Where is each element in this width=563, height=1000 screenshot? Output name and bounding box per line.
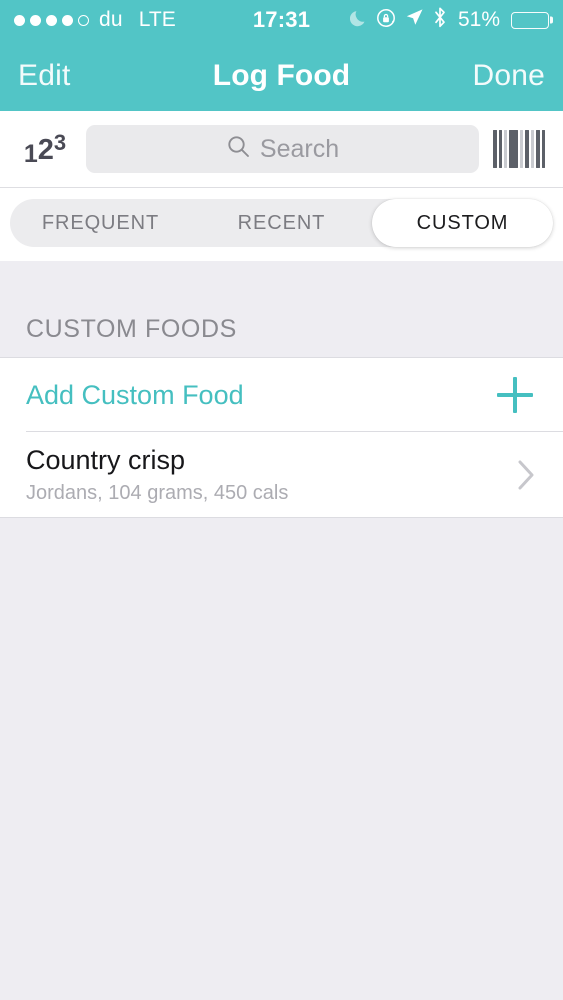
- barcode-bar: [509, 130, 518, 168]
- barcode-scanner-icon[interactable]: [491, 127, 547, 171]
- navigation-bar: Edit Log Food Done: [0, 40, 563, 111]
- battery-icon: [511, 11, 549, 29]
- barcode-bar: [504, 130, 507, 168]
- row-separator: [0, 517, 563, 518]
- food-item-text: Country crisp Jordans, 104 grams, 450 ca…: [26, 445, 507, 505]
- barcode-bar: [542, 130, 545, 168]
- custom-foods-list: Add Custom Food Country crisp Jordans, 1…: [0, 358, 563, 518]
- segmented-control: FREQUENT RECENT CUSTOM: [10, 199, 553, 247]
- search-bar-row: 1 2 3 Search: [0, 111, 563, 188]
- chevron-right-icon[interactable]: [507, 458, 537, 492]
- barcode-bar: [493, 130, 497, 168]
- barcode-bar: [525, 130, 529, 168]
- barcode-bar: [499, 130, 502, 168]
- done-button[interactable]: Done: [472, 59, 545, 93]
- empty-content-area: [0, 518, 563, 993]
- app-root: du LTE 17:31 51% Edit Log Food Done 1 2 …: [0, 0, 563, 1000]
- add-custom-food-row[interactable]: Add Custom Food: [0, 358, 563, 432]
- tab-frequent[interactable]: FREQUENT: [10, 199, 191, 247]
- search-input[interactable]: Search: [86, 125, 479, 173]
- barcode-bar: [520, 130, 523, 168]
- rotation-lock-icon: [376, 8, 396, 33]
- barcode-bar: [531, 130, 534, 168]
- quick-calorie-entry-icon[interactable]: 1 2 3: [16, 129, 74, 168]
- barcode-bar: [536, 130, 540, 168]
- food-item-title: Country crisp: [26, 445, 186, 476]
- numpad-digit-1: 1: [23, 139, 38, 168]
- add-custom-food-label: Add Custom Food: [26, 379, 244, 410]
- search-placeholder-text: Search: [259, 134, 340, 163]
- table-row[interactable]: Country crisp Jordans, 104 grams, 450 ca…: [0, 432, 563, 518]
- numpad-digit-2: 2: [37, 133, 54, 166]
- moon-icon: [349, 8, 367, 33]
- add-custom-food-text: Add Custom Food: [26, 380, 493, 411]
- status-bar-right: 51%: [349, 7, 549, 33]
- plus-icon[interactable]: [493, 373, 537, 417]
- search-icon: [226, 134, 251, 164]
- status-bar: du LTE 17:31 51%: [0, 0, 563, 40]
- location-arrow-icon: [405, 8, 424, 32]
- numpad-digit-3: 3: [53, 129, 67, 155]
- section-header-custom-foods: CUSTOM FOODS: [0, 261, 563, 358]
- battery-percentage: 51%: [457, 8, 500, 31]
- bluetooth-icon: [433, 7, 447, 33]
- edit-button[interactable]: Edit: [18, 59, 71, 93]
- tab-bar-container: FREQUENT RECENT CUSTOM: [0, 188, 563, 261]
- section-header-label: CUSTOM FOODS: [26, 315, 237, 343]
- tab-recent[interactable]: RECENT: [191, 199, 372, 247]
- tab-custom[interactable]: CUSTOM: [372, 199, 553, 247]
- food-item-subtitle: Jordans, 104 grams, 450 cals: [26, 481, 289, 504]
